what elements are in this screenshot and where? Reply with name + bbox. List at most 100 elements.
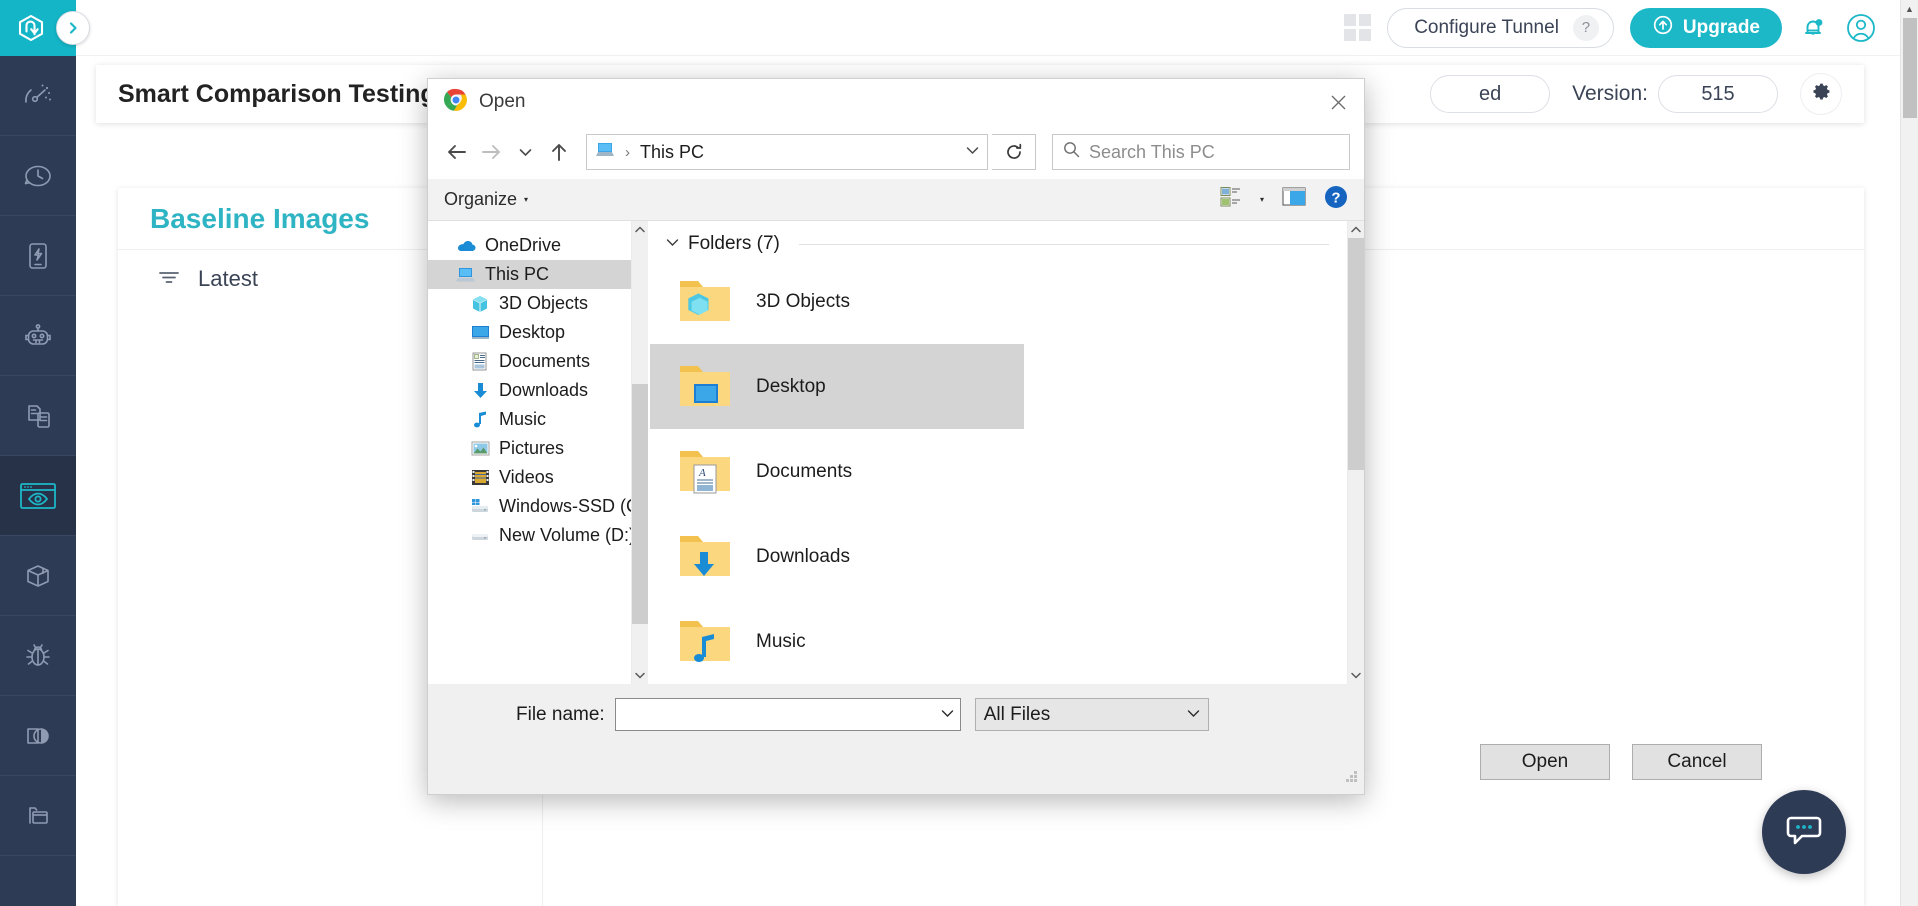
filename-row: File name: All Files	[428, 698, 1364, 731]
sidebar-item-automation-bot[interactable]	[0, 296, 76, 376]
tree-item-downloads[interactable]: Downloads	[428, 376, 631, 405]
filetype-value: All Files	[984, 704, 1051, 726]
tree-item-label: Videos	[499, 467, 554, 488]
tree-scroll-up[interactable]	[632, 221, 648, 238]
settings-button[interactable]	[1800, 73, 1842, 115]
sidebar-item-quick-test[interactable]	[0, 216, 76, 296]
tree-scroll-thumb[interactable]	[632, 384, 649, 624]
file-list-item-desktop[interactable]: Desktop	[650, 344, 1024, 429]
sidebar-expand-button[interactable]	[56, 11, 90, 45]
tree-item-pictures[interactable]: Pictures	[428, 434, 631, 463]
up-button[interactable]	[544, 137, 574, 167]
list-scroll-track[interactable]	[1348, 238, 1364, 667]
page-header-right: ed Version: 515	[1430, 73, 1842, 115]
file-list-item-documents[interactable]: A Documents	[650, 429, 1024, 514]
apps-grid-icon[interactable]	[1344, 14, 1371, 41]
tree-item-music[interactable]: Music	[428, 405, 631, 434]
tree-item-onedrive[interactable]: OneDrive	[428, 231, 631, 260]
app-logo[interactable]	[0, 0, 76, 56]
sidebar-item-performance[interactable]	[0, 56, 76, 136]
scroll-thumb[interactable]	[1903, 18, 1917, 118]
folder-documents-icon: A	[676, 445, 734, 499]
browser-scrollbar[interactable]: ▲	[1900, 0, 1918, 906]
cancel-button[interactable]: Cancel	[1632, 744, 1762, 780]
left-sidebar	[0, 0, 76, 906]
clock-rewind-icon	[18, 156, 58, 196]
file-list-item-3d-objects[interactable]: 3D Objects	[650, 259, 1024, 344]
logo-cube-icon	[14, 11, 48, 45]
version-value[interactable]: 515	[1658, 75, 1778, 113]
resize-grip[interactable]	[1344, 770, 1358, 789]
address-crumb-this-pc[interactable]: This PC	[640, 142, 704, 163]
close-icon[interactable]	[1312, 79, 1364, 125]
tree-item-this-pc[interactable]: This PC	[428, 260, 631, 289]
upgrade-button[interactable]: Upgrade	[1630, 8, 1782, 48]
tree-item-label: New Volume (D:)	[499, 525, 635, 546]
sidebar-item-smart-visual-testing[interactable]	[0, 456, 76, 536]
tree-item-label: Pictures	[499, 438, 564, 459]
upgrade-label: Upgrade	[1683, 17, 1760, 39]
chevron-down-icon[interactable]	[1187, 709, 1200, 721]
chevron-down-icon[interactable]	[666, 238, 679, 250]
view-dropdown-caret[interactable]: ▾	[1260, 195, 1264, 204]
status-badge[interactable]: ed	[1430, 75, 1550, 113]
speedometer-icon	[18, 76, 58, 116]
sidebar-item-history[interactable]	[0, 136, 76, 216]
help-circle-icon[interactable]: ?	[1324, 185, 1348, 214]
list-scroll-thumb[interactable]	[1348, 238, 1364, 470]
search-this-pc-field[interactable]: Search This PC	[1052, 134, 1350, 170]
version-control: Version: 515	[1572, 75, 1778, 113]
forward-button[interactable]	[476, 137, 506, 167]
tree-item-3d-objects[interactable]: 3D Objects	[428, 289, 631, 318]
file-item-label: 3D Objects	[756, 291, 850, 313]
tree-item-videos[interactable]: Videos	[428, 463, 631, 492]
file-list-item-music[interactable]: Music	[650, 599, 1024, 684]
file-item-label: Desktop	[756, 376, 826, 398]
folder-icon	[18, 796, 58, 836]
preview-pane-icon[interactable]	[1282, 186, 1306, 213]
file-list-item-downloads[interactable]: Downloads	[650, 514, 1024, 599]
chat-widget-button[interactable]	[1762, 790, 1846, 874]
tree-item-new-volume-d[interactable]: New Volume (D:)	[428, 521, 631, 550]
tree-scroll-track[interactable]	[632, 238, 648, 667]
tunnel-help-icon[interactable]: ?	[1573, 15, 1599, 41]
lightning-device-icon	[18, 236, 58, 276]
file-list-scrollbar[interactable]	[1347, 221, 1364, 684]
chevron-down-icon[interactable]	[966, 146, 979, 158]
list-scroll-up[interactable]	[1348, 221, 1364, 238]
sidebar-item-builds[interactable]	[0, 536, 76, 616]
view-layout-icon[interactable]	[1220, 186, 1242, 213]
tree-item-documents[interactable]: Documents	[428, 347, 631, 376]
user-avatar-icon[interactable]	[1844, 11, 1878, 45]
file-list: Folders (7) 3D Objects	[648, 221, 1347, 684]
documents-icon	[470, 352, 490, 372]
package-box-icon	[18, 556, 58, 596]
scroll-up-arrow[interactable]: ▲	[1901, 0, 1918, 18]
tree-scrollbar[interactable]	[631, 221, 648, 684]
file-group-header[interactable]: Folders (7)	[648, 229, 1347, 259]
sidebar-item-bugs[interactable]	[0, 616, 76, 696]
tree-item-desktop[interactable]: Desktop	[428, 318, 631, 347]
recent-locations-button[interactable]	[510, 137, 540, 167]
tree-item-label: Music	[499, 409, 546, 430]
refresh-button[interactable]	[992, 134, 1036, 170]
tree-item-label: Documents	[499, 351, 590, 372]
configure-tunnel-button[interactable]: Configure Tunnel ?	[1387, 8, 1614, 48]
bell-icon[interactable]	[1798, 13, 1828, 43]
configure-tunnel-label: Configure Tunnel	[1414, 17, 1559, 39]
sidebar-item-files[interactable]	[0, 776, 76, 856]
tree-item-windows-ssd[interactable]: Windows-SSD (C	[428, 492, 631, 521]
sidebar-item-documents[interactable]	[0, 376, 76, 456]
list-scroll-down[interactable]	[1348, 667, 1364, 684]
open-button[interactable]: Open	[1480, 744, 1610, 780]
organize-button[interactable]: Organize ▾	[444, 189, 528, 210]
back-button[interactable]	[442, 137, 472, 167]
tree-scroll-down[interactable]	[632, 667, 648, 684]
chevron-down-icon[interactable]	[941, 709, 954, 721]
filename-input[interactable]	[615, 698, 961, 731]
this-pc-icon	[456, 265, 476, 285]
filetype-select[interactable]: All Files	[975, 698, 1209, 731]
bug-icon	[18, 636, 58, 676]
address-bar[interactable]: › This PC	[586, 134, 988, 170]
sidebar-item-comparison[interactable]	[0, 696, 76, 776]
